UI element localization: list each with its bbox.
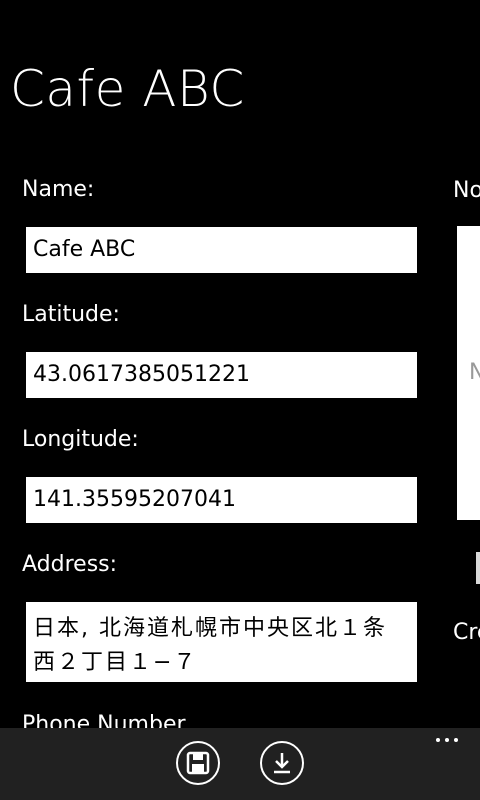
next-pivot-label: No <box>453 178 480 203</box>
dot-icon <box>445 738 449 742</box>
next-pivot-label-2: Cre <box>453 620 480 645</box>
address-label: Address: <box>22 552 118 577</box>
application-bar <box>0 728 480 800</box>
dot-icon <box>454 738 458 742</box>
peek-checkbox[interactable] <box>476 552 480 584</box>
longitude-input[interactable]: 141.35595207041 <box>26 477 417 523</box>
notes-placeholder: N <box>469 360 480 385</box>
more-options-ellipsis-icon[interactable] <box>436 738 458 742</box>
address-input[interactable]: 日本, 北海道札幌市中央区北１条西２丁目１−７ <box>26 602 417 682</box>
page-title: Cafe ABC <box>10 60 245 118</box>
longitude-label: Longitude: <box>22 427 139 452</box>
dot-icon <box>436 738 440 742</box>
name-label: Name: <box>22 177 95 202</box>
latitude-label: Latitude: <box>22 302 120 327</box>
save-icon <box>186 751 210 775</box>
name-input[interactable]: Cafe ABC <box>26 227 417 273</box>
save-button[interactable] <box>176 741 220 785</box>
place-detail-page: Cafe ABC Name: Cafe ABC Latitude: 43.061… <box>0 0 480 800</box>
download-icon <box>274 753 290 774</box>
latitude-input[interactable]: 43.0617385051221 <box>26 352 417 398</box>
download-button[interactable] <box>260 741 304 785</box>
